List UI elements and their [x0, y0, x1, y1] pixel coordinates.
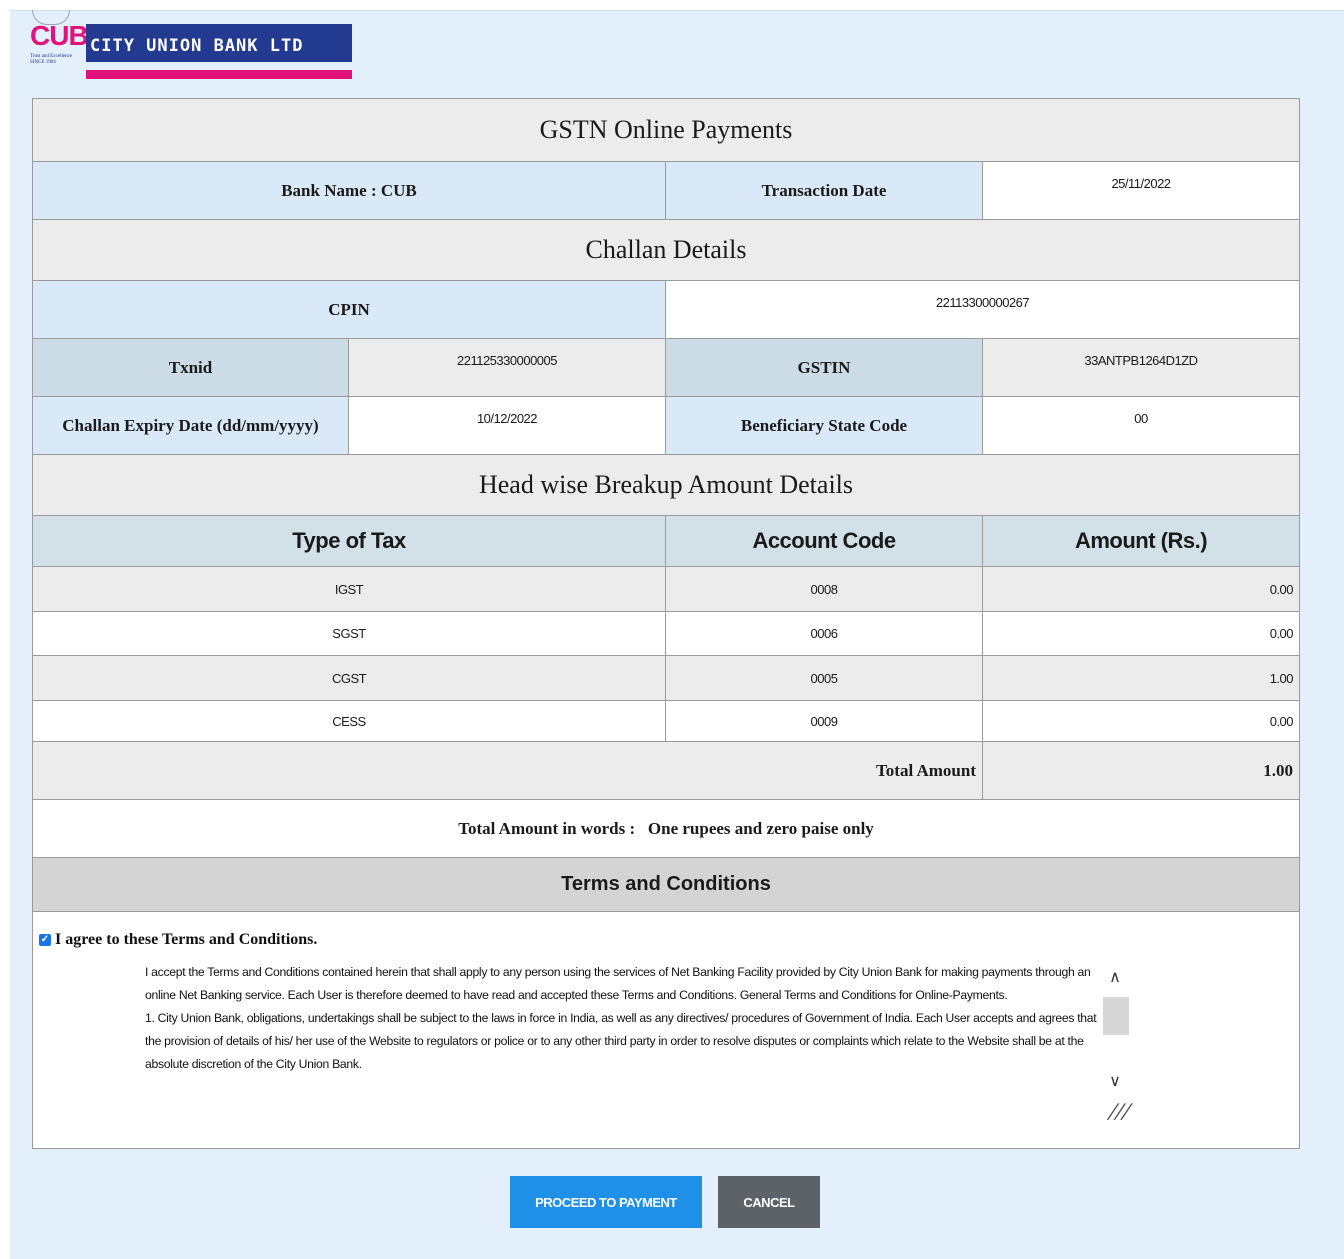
txnid-label: Txnid: [33, 339, 349, 396]
tax-amount: 0.00: [1269, 581, 1294, 597]
column-account-code: Account Code: [666, 516, 983, 566]
agree-terms-checkbox-row[interactable]: ✓ I agree to these Terms and Conditions.: [39, 931, 317, 949]
terms-paragraph: I accept the Terms and Conditions contai…: [145, 965, 1091, 1002]
resize-handle-icon[interactable]: ///: [1100, 1099, 1137, 1139]
terms-heading: Terms and Conditions: [33, 858, 1299, 911]
terms-textarea[interactable]: I accept the Terms and Conditions contai…: [37, 961, 1097, 1076]
challan-heading-row: Challan Details: [33, 220, 1299, 281]
title-row: GSTN Online Payments: [33, 99, 1299, 162]
breakup-heading-row: Head wise Breakup Amount Details: [33, 455, 1299, 516]
logo-bank-name: CITY UNION BANK LTD: [86, 24, 352, 62]
terms-scrollbar[interactable]: ∧ ∨ ///: [1101, 959, 1134, 1139]
expiry-value: 10/12/2022: [349, 397, 666, 454]
logo-mark: CUB: [30, 20, 89, 51]
cpin-value: 22113300000267: [666, 281, 1299, 338]
table-row: CESS 0009 0.00: [33, 701, 1299, 742]
transaction-date-value: 25/11/2022: [983, 162, 1299, 219]
cpin-label: CPIN: [33, 281, 666, 338]
page-title: GSTN Online Payments: [33, 99, 1299, 161]
tax-amount: 1.00: [1269, 670, 1294, 686]
expiry-row: Challan Expiry Date (dd/mm/yyyy) 10/12/2…: [33, 397, 1299, 455]
proceed-to-payment-button[interactable]: PROCEED TO PAYMENT: [510, 1176, 702, 1228]
logo-tagline: Trust and Excellence SINCE 1904: [30, 54, 73, 65]
bank-logo: CUB Trust and Excellence SINCE 1904 CITY …: [30, 10, 352, 79]
terms-heading-row: Terms and Conditions: [33, 858, 1299, 912]
bank-name-label: Bank Name : CUB: [33, 162, 666, 219]
amount-words-value: One rupees and zero paise only: [647, 818, 874, 838]
total-row: Total Amount 1.00: [33, 742, 1299, 800]
logo-stripe: [86, 70, 352, 79]
payment-panel: GSTN Online Payments Bank Name : CUB Tra…: [32, 98, 1300, 1149]
account-code: 0006: [666, 612, 983, 655]
tax-type: CESS: [33, 701, 666, 741]
cancel-button[interactable]: CANCEL: [718, 1176, 820, 1228]
gstin-value: 33ANTPB1264D1ZD: [983, 339, 1299, 396]
transaction-date-label: Transaction Date: [666, 162, 983, 219]
column-amount: Amount (Rs.): [983, 516, 1299, 566]
scroll-down-icon[interactable]: ∨: [1101, 1071, 1129, 1091]
account-code: 0008: [666, 567, 983, 611]
scroll-thumb[interactable]: [1103, 997, 1129, 1035]
total-amount-label: Total Amount: [33, 742, 983, 799]
amount-words-label: Total Amount in words :: [458, 818, 636, 838]
challan-heading: Challan Details: [33, 220, 1299, 280]
breakup-heading: Head wise Breakup Amount Details: [33, 455, 1299, 515]
txnid-value: 221125330000005: [349, 339, 666, 396]
breakup-table-header: Type of Tax Account Code Amount (Rs.): [33, 516, 1299, 567]
tax-amount: 0.00: [1269, 713, 1294, 729]
account-code: 0009: [666, 701, 983, 741]
account-code: 0005: [666, 656, 983, 700]
txnid-row: Txnid 221125330000005 GSTIN 33ANTPB1264D…: [33, 339, 1299, 397]
tax-amount: 0.00: [1269, 626, 1294, 641]
scroll-up-icon[interactable]: ∧: [1101, 967, 1129, 987]
bank-row: Bank Name : CUB Transaction Date 25/11/2…: [33, 162, 1299, 220]
state-code-label: Beneficiary State Code: [666, 397, 983, 454]
tax-type: CGST: [33, 656, 666, 700]
state-code-value: 00: [983, 397, 1299, 454]
agree-terms-checkbox[interactable]: ✓: [39, 934, 51, 946]
cpin-row: CPIN 22113300000267: [33, 281, 1299, 339]
total-amount-value: 1.00: [1263, 760, 1293, 780]
amount-words-row: Total Amount in words : One rupees and z…: [33, 800, 1299, 858]
amount-in-words: Total Amount in words : One rupees and z…: [33, 800, 1299, 857]
column-type-of-tax: Type of Tax: [33, 516, 666, 566]
table-row: IGST 0008 0.00: [33, 567, 1299, 612]
tax-type: SGST: [33, 612, 666, 655]
gstin-label: GSTIN: [666, 339, 983, 396]
expiry-label: Challan Expiry Date (dd/mm/yyyy): [33, 397, 349, 454]
agree-terms-label: I agree to these Terms and Conditions.: [55, 931, 318, 948]
tax-type: IGST: [33, 567, 666, 611]
table-row: CGST 0005 1.00: [33, 656, 1299, 701]
terms-paragraph: 1. City Union Bank, obligations, underta…: [145, 1011, 1097, 1071]
table-row: SGST 0006 0.00: [33, 612, 1299, 656]
